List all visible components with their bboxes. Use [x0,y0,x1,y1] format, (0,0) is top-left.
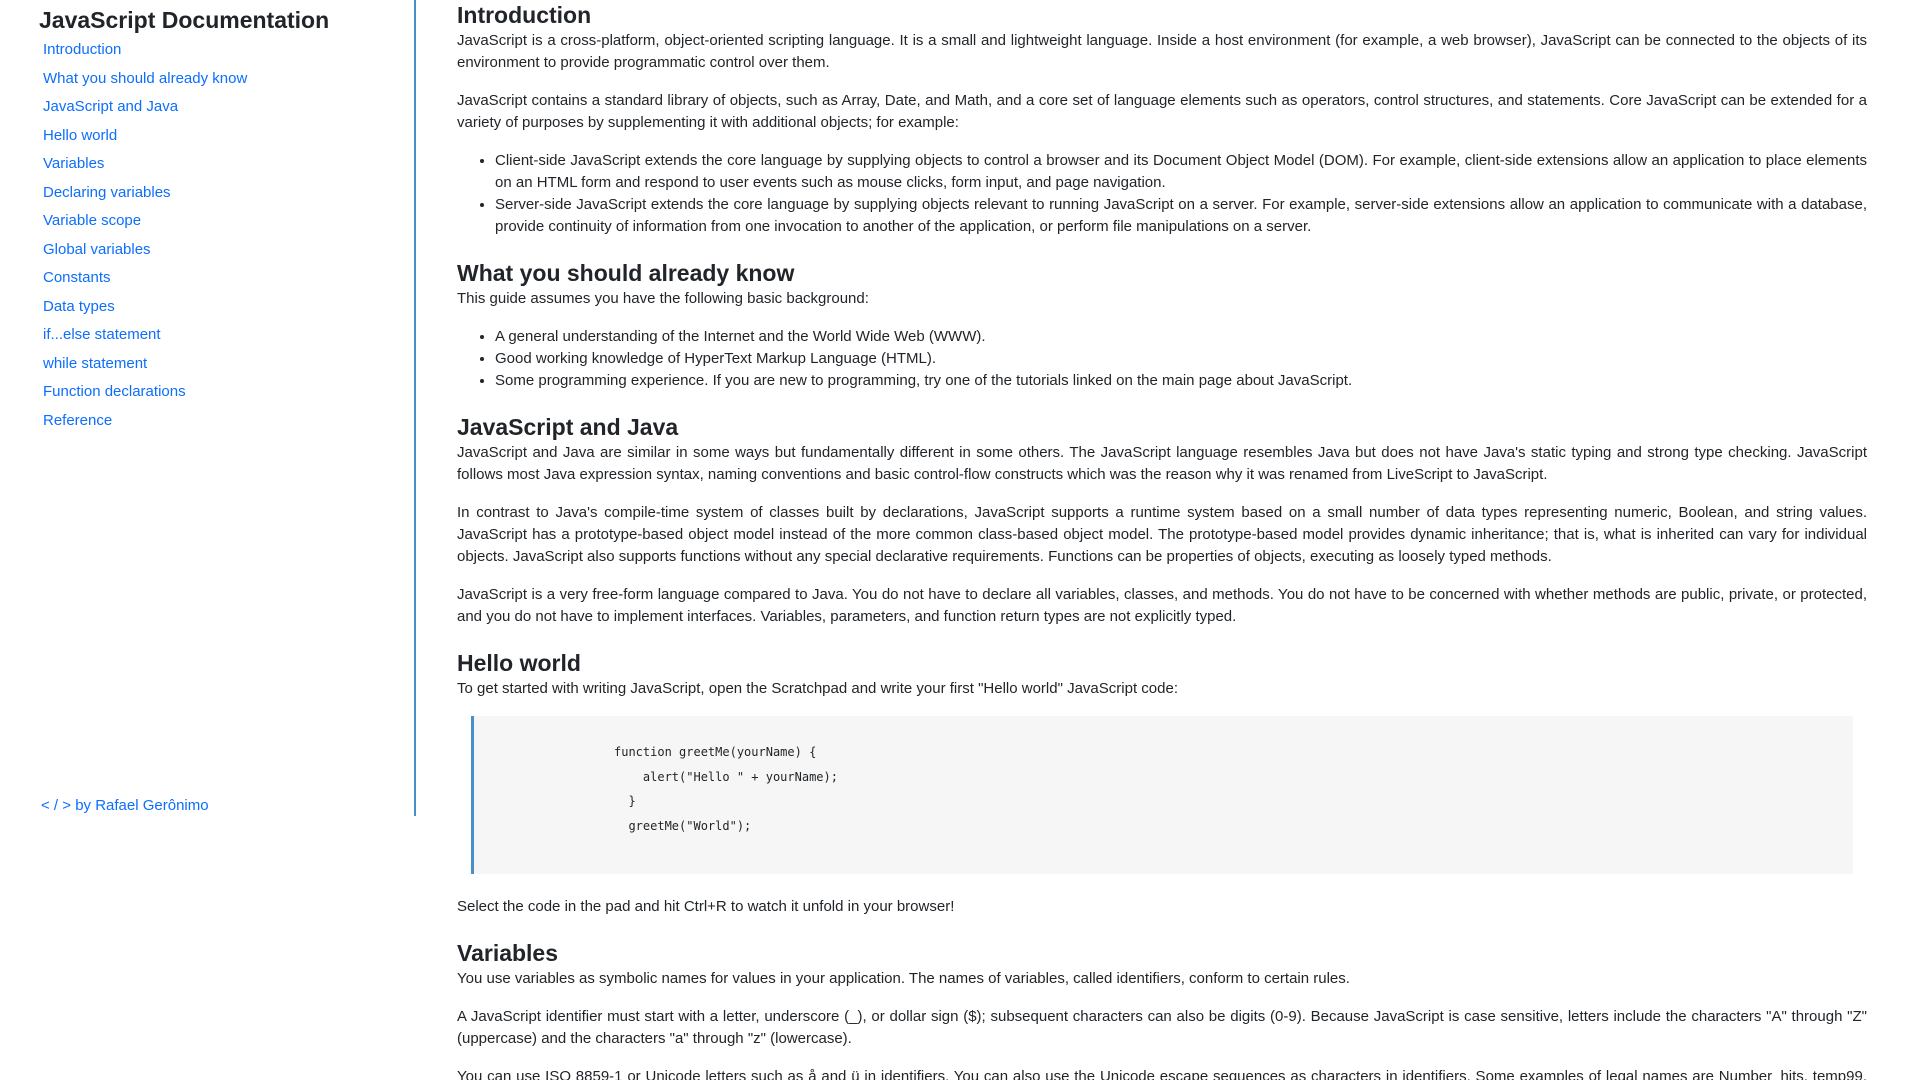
nav-link-reference[interactable]: Reference [43,412,112,429]
paragraph: To get started with writing JavaScript, … [457,680,1178,697]
section-hello-world: Hello world To get started with writing … [457,648,1867,918]
section-heading: JavaScript and Java [457,414,679,440]
paragraph: This guide assumes you have the followin… [457,290,869,307]
author-credit-link[interactable]: < / > by Rafael Gerônimo [41,795,209,817]
nav-link-declaring-variables[interactable]: Declaring variables [43,184,171,201]
sidebar-item: Declaring variables [43,181,247,210]
documentation-page: JavaScript Documentation Introduction Wh… [0,0,1920,1080]
code-block[interactable]: function greetMe(yourName) { alert("Hell… [471,716,1853,874]
paragraph: You use variables as symbolic names for … [457,970,1350,987]
sidebar-item: Constants [43,266,247,295]
nav-link-constants[interactable]: Constants [43,269,111,286]
sidebar-item: Variable scope [43,209,247,238]
paragraph: You can use ISO 8859-1 or Unicode letter… [457,1068,1867,1080]
sidebar: JavaScript Documentation Introduction Wh… [0,0,416,816]
sidebar-item: What you should already know [43,67,247,96]
sidebar-item: JavaScript and Java [43,95,247,124]
sidebar-item: Introduction [43,38,247,67]
sidebar-item: while statement [43,352,247,381]
paragraph: In contrast to Java's compile-time syste… [457,504,1867,565]
code-line: } [614,794,636,808]
list-item: Server-side JavaScript extends the core … [495,194,1867,238]
list-item: Good working knowledge of HyperText Mark… [495,348,1867,370]
bullet-list: A general understanding of the Internet … [457,326,1867,392]
nav-link-data-types[interactable]: Data types [43,298,115,315]
paragraph: JavaScript is a very free-form language … [457,586,1867,625]
nav-link-variable-scope[interactable]: Variable scope [43,212,141,229]
nav-link-what-you-should-already-know[interactable]: What you should already know [43,70,247,87]
sidebar-item: Reference [43,409,247,438]
nav-link-javascript-and-java[interactable]: JavaScript and Java [43,98,178,115]
bullet-list: Client-side JavaScript extends the core … [457,150,1867,238]
nav-link-if-else-statement[interactable]: if...else statement [43,326,161,343]
nav-link-hello-world[interactable]: Hello world [43,127,117,144]
section-introduction: Introduction JavaScript is a cross-platf… [457,0,1867,238]
paragraph: Select the code in the pad and hit Ctrl+… [457,898,955,915]
section-heading: Variables [457,940,559,966]
sidebar-title: JavaScript Documentation [39,7,330,33]
nav-link-function-declarations[interactable]: Function declarations [43,383,186,400]
paragraph: A JavaScript identifier must start with … [457,1008,1867,1047]
sidebar-nav: Introduction What you should already kno… [43,38,247,437]
nav-link-variables[interactable]: Variables [43,155,104,172]
nav-link-introduction[interactable]: Introduction [43,41,121,58]
paragraph: JavaScript contains a standard library o… [457,92,1867,131]
list-item: Some programming experience. If you are … [495,370,1867,392]
section-javascript-and-java: JavaScript and Java JavaScript and Java … [457,412,1867,628]
paragraph: JavaScript is a cross-platform, object-o… [457,32,1867,71]
code-line: function greetMe(yourName) { [614,745,817,759]
section-heading: Hello world [457,650,581,676]
sidebar-item: Hello world [43,124,247,153]
list-item: A general understanding of the Internet … [495,326,1867,348]
section-variables: Variables You use variables as symbolic … [457,938,1867,1080]
sidebar-item: Global variables [43,238,247,267]
code-line: greetMe("World"); [614,818,752,833]
main-content: Introduction JavaScript is a cross-platf… [457,0,1867,1080]
sidebar-item: Function declarations [43,380,247,409]
nav-link-while-statement[interactable]: while statement [43,355,147,372]
section-heading: What you should already know [457,260,795,286]
code-line: alert("Hello " + yourName); [614,769,838,784]
sidebar-item: Data types [43,295,247,324]
sidebar-item: if...else statement [43,323,247,352]
section-heading: Introduction [457,2,592,28]
section-what-you-should-already-know: What you should already know This guide … [457,258,1867,392]
sidebar-item: Variables [43,152,247,181]
nav-link-global-variables[interactable]: Global variables [43,241,151,258]
paragraph: JavaScript and Java are similar in some … [457,444,1867,483]
list-item: Client-side JavaScript extends the core … [495,150,1867,194]
